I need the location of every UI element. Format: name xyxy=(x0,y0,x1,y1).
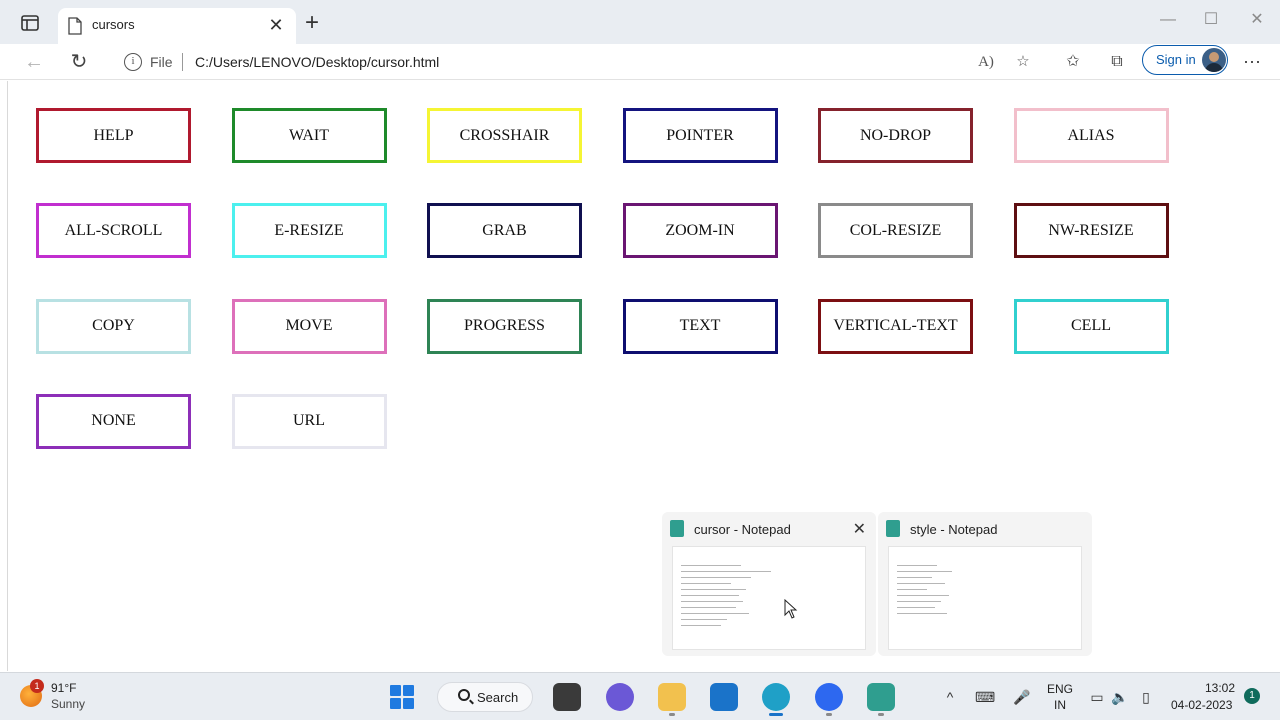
cursor-box-crosshair[interactable]: CROSSHAIR xyxy=(427,108,582,163)
cursor-box-vertical-text[interactable]: VERTICAL-TEXT xyxy=(818,298,973,354)
cursor-box-no-drop[interactable]: NO-DROP xyxy=(818,108,973,163)
info-icon[interactable]: i xyxy=(124,53,142,71)
url-text[interactable]: C:/Users/LENOVO/Desktop/cursor.html xyxy=(195,54,439,70)
sign-in-button[interactable]: Sign in xyxy=(1142,45,1228,75)
preview-title: style - Notepad xyxy=(910,522,998,537)
search-icon xyxy=(458,689,470,701)
more-options-icon[interactable]: ⋯ xyxy=(1240,50,1264,74)
collections-icon[interactable]: ⧉ xyxy=(1105,50,1129,74)
weather-temperature[interactable]: 91°F xyxy=(51,681,76,695)
windows-start-icon[interactable] xyxy=(390,685,414,709)
file-explorer-icon[interactable] xyxy=(658,683,686,711)
notepad-icon xyxy=(670,520,684,537)
preview-style-notepad[interactable]: style - Notepad xyxy=(878,512,1092,656)
battery-icon[interactable]: ▯ xyxy=(1136,687,1156,707)
cursor-box-help[interactable]: HELP xyxy=(36,108,191,163)
cursor-box-wait[interactable]: WAIT xyxy=(231,108,387,163)
weather-description[interactable]: Sunny xyxy=(51,697,85,711)
tab-title: cursors xyxy=(92,17,135,32)
preview-title: cursor - Notepad xyxy=(694,522,791,537)
tab-cursors[interactable]: cursors ✕ xyxy=(58,8,296,44)
cursor-box-grab[interactable]: GRAB xyxy=(427,203,582,259)
favorites-icon[interactable]: ✩ xyxy=(1061,50,1085,74)
cursor-box-e-resize[interactable]: E-RESIZE xyxy=(231,203,387,259)
edge-browser-icon[interactable] xyxy=(762,683,790,711)
cursor-box-copy[interactable]: COPY xyxy=(36,298,191,354)
taskbar-search[interactable]: Search xyxy=(437,682,533,712)
mail-icon[interactable] xyxy=(710,683,738,711)
back-arrow-icon[interactable]: ← xyxy=(20,48,48,76)
cursor-box-nw-resize[interactable]: NW-RESIZE xyxy=(1013,203,1169,259)
cursor-box-alias[interactable]: ALIAS xyxy=(1013,108,1169,163)
weather-badge: 1 xyxy=(30,679,44,693)
refresh-icon[interactable]: ↻ xyxy=(65,48,93,76)
cursor-box-move[interactable]: MOVE xyxy=(231,298,387,354)
avatar xyxy=(1202,48,1226,72)
cursor-box-all-scroll[interactable]: ALL-SCROLL xyxy=(36,203,191,259)
cursor-box-pointer[interactable]: POINTER xyxy=(622,108,778,163)
preview-cursor-notepad[interactable]: cursor - Notepad ✕ xyxy=(662,512,876,656)
search-label: Search xyxy=(477,690,519,705)
language-region[interactable]: IN xyxy=(1054,698,1066,712)
cursor-box-progress[interactable]: PROGRESS xyxy=(427,298,582,354)
clock-time[interactable]: 13:02 xyxy=(1205,681,1235,695)
sign-in-label: Sign in xyxy=(1156,52,1196,67)
address-separator xyxy=(182,53,183,71)
keyboard-icon[interactable]: ⌨ xyxy=(975,687,995,707)
volume-icon[interactable]: 🔈 xyxy=(1110,687,1130,707)
mouse-pointer-icon xyxy=(784,599,798,619)
notification-badge[interactable]: 1 xyxy=(1244,688,1260,704)
cursor-box-url[interactable]: URL xyxy=(231,393,387,449)
preview-thumbnail xyxy=(672,546,866,650)
scheme-label: File xyxy=(150,54,173,70)
notepad-icon xyxy=(886,520,900,537)
teams-chat-icon[interactable] xyxy=(606,683,634,711)
add-favorite-icon[interactable]: ☆ xyxy=(1012,51,1034,73)
document-icon xyxy=(68,17,82,35)
microphone-icon[interactable]: 🎤 xyxy=(1012,687,1032,707)
cursor-box-text[interactable]: TEXT xyxy=(622,298,778,354)
chevron-up-icon[interactable]: ^ xyxy=(940,687,960,707)
clock-date[interactable]: 04-02-2023 xyxy=(1171,698,1232,712)
zoom-icon[interactable] xyxy=(815,683,843,711)
tab-bar: cursors ✕ + — ☐ ✕ xyxy=(0,0,1280,44)
cursor-box-col-resize[interactable]: COL-RESIZE xyxy=(818,203,973,259)
cursor-box-zoom-in[interactable]: ZOOM-IN xyxy=(622,203,778,259)
address-bar[interactable]: i File C:/Users/LENOVO/Desktop/cursor.ht… xyxy=(110,46,1045,78)
read-aloud-icon[interactable]: A) xyxy=(975,51,997,73)
close-window-icon[interactable]: ✕ xyxy=(1247,10,1267,30)
taskbar: 1 91°F Sunny Search ^ ⌨ 🎤 ENG IN ▭ 🔈 ▯ 1… xyxy=(0,672,1280,720)
new-tab-button[interactable]: + xyxy=(302,11,322,35)
cursor-box-cell[interactable]: CELL xyxy=(1013,298,1169,354)
tab-actions-icon[interactable] xyxy=(20,14,42,32)
task-view-icon[interactable] xyxy=(553,683,581,711)
minimize-icon[interactable]: — xyxy=(1158,10,1178,30)
network-icon[interactable]: ▭ xyxy=(1087,687,1107,707)
close-preview-icon[interactable]: ✕ xyxy=(853,519,866,539)
language-indicator[interactable]: ENG xyxy=(1047,682,1073,696)
preview-thumbnail xyxy=(888,546,1082,650)
cursor-box-none[interactable]: NONE xyxy=(36,393,191,449)
notepad-taskbar-icon[interactable] xyxy=(867,683,895,711)
close-tab-icon[interactable]: ✕ xyxy=(266,14,286,36)
address-bar-row: ← ↻ i File C:/Users/LENOVO/Desktop/curso… xyxy=(0,44,1280,80)
maximize-icon[interactable]: ☐ xyxy=(1201,10,1221,30)
browser-window: cursors ✕ + — ☐ ✕ ← ↻ i File C:/Users/LE… xyxy=(0,0,1280,672)
